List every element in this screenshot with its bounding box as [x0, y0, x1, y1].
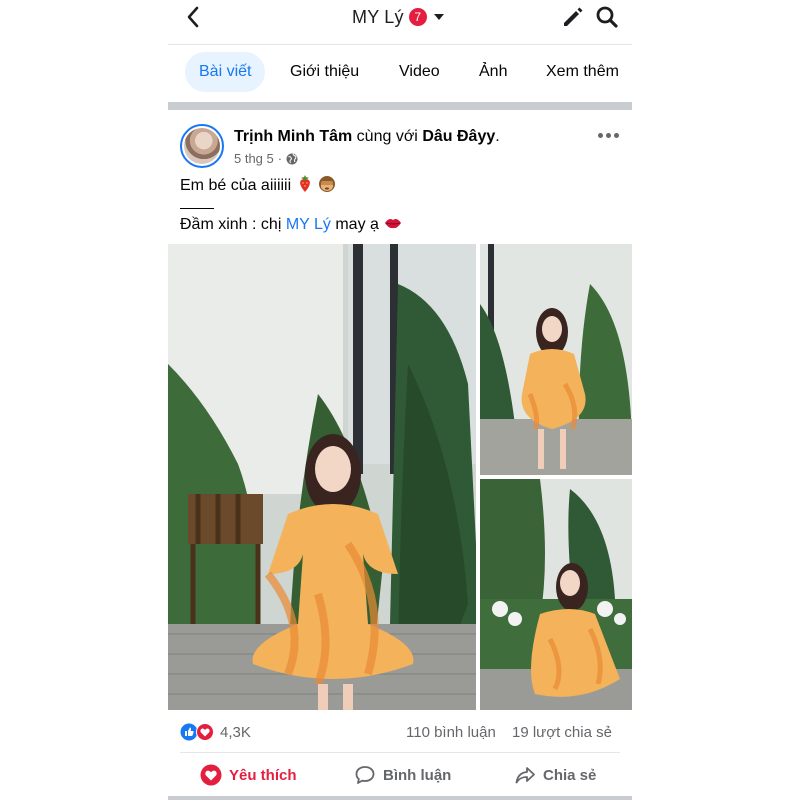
- post-photo-3[interactable]: [480, 479, 632, 710]
- share-button[interactable]: Chia sẻ: [514, 762, 596, 788]
- tab-photos[interactable]: Ảnh: [479, 52, 507, 92]
- comment-label: Bình luận: [383, 766, 452, 784]
- post-photo-2[interactable]: [480, 244, 632, 475]
- search-button[interactable]: [594, 4, 620, 30]
- tab-posts[interactable]: Bài viết: [185, 52, 266, 92]
- heart-icon: [200, 764, 222, 786]
- notification-badge: 7: [408, 8, 427, 26]
- share-label: Chia sẻ: [543, 766, 597, 784]
- post-meta: 5 thg 5 ·: [234, 151, 298, 166]
- post-caption-line-1: Em bé của aiiiiii: [180, 175, 336, 195]
- caret-down-icon: [433, 14, 444, 20]
- chevron-left-icon: [187, 6, 199, 28]
- post-caption-line-2: Đầm xinh : chị MY Lý may ạ: [180, 214, 403, 234]
- profile-tabs: Bài viết Giới thiệu Video Ảnh Xem thêm: [168, 52, 632, 92]
- tab-video[interactable]: Video: [399, 52, 440, 92]
- profile-switcher[interactable]: MY Lý 7: [352, 6, 444, 28]
- caption-text-1: Em bé của aiiiiii: [180, 177, 292, 194]
- back-button[interactable]: [182, 4, 204, 30]
- comments-count[interactable]: 110 bình luận: [406, 724, 496, 741]
- share-icon: [515, 767, 535, 784]
- top-bar: MY Lý 7: [168, 0, 632, 36]
- page-title: MY Lý: [352, 6, 404, 27]
- meta-separator: ·: [277, 151, 283, 166]
- section-divider: [168, 796, 632, 800]
- avatar-image: [184, 128, 220, 164]
- strawberry-icon: [299, 175, 310, 192]
- love-label: Yêu thích: [229, 766, 297, 784]
- love-button[interactable]: Yêu thích: [200, 762, 297, 788]
- author-name[interactable]: Trịnh Minh Tâm: [234, 128, 352, 145]
- mention-link[interactable]: MY Lý: [286, 216, 331, 233]
- reactions-count[interactable]: 4,3K: [220, 724, 251, 741]
- divider: [180, 752, 620, 753]
- author-avatar[interactable]: [180, 124, 224, 168]
- post-options-button[interactable]: [598, 128, 620, 142]
- shares-count[interactable]: 19 lượt chia sẻ: [512, 724, 612, 741]
- caption-text-2-suffix: may ạ: [335, 216, 379, 233]
- photo-image: [480, 479, 632, 710]
- photo-image: [480, 244, 632, 475]
- divider: [168, 44, 632, 45]
- kiss-lips-icon: [385, 219, 402, 229]
- photo-image: [168, 244, 476, 710]
- caption-separator: [180, 208, 214, 209]
- search-icon: [596, 6, 618, 28]
- tab-about[interactable]: Giới thiệu: [290, 52, 359, 92]
- post-photo-main[interactable]: [168, 244, 476, 710]
- post-author-line: Trịnh Minh Tâm cùng với Dâu Đâyy.: [234, 128, 500, 146]
- tab-see-more[interactable]: Xem thêm: [546, 52, 619, 92]
- edit-button[interactable]: [560, 4, 586, 30]
- caption-text-2: Đầm xinh : chị: [180, 216, 282, 233]
- tagged-suffix: .: [495, 128, 500, 145]
- tagged-user[interactable]: Dâu Đâyy: [422, 128, 495, 145]
- comment-icon: [355, 766, 375, 784]
- section-divider: [168, 102, 632, 110]
- globe-icon: [286, 153, 298, 164]
- with-text: cùng với: [356, 128, 418, 145]
- pencil-icon: [564, 7, 583, 26]
- comment-button[interactable]: Bình luận: [354, 762, 451, 788]
- reaction-icons[interactable]: [180, 723, 216, 741]
- facebook-profile-screen: MY Lý 7 Bài viết Giới thiệu Video Ảnh Xe…: [168, 0, 632, 800]
- post-date[interactable]: 5 thg 5: [234, 151, 274, 166]
- see-no-evil-monkey-icon: [319, 176, 336, 192]
